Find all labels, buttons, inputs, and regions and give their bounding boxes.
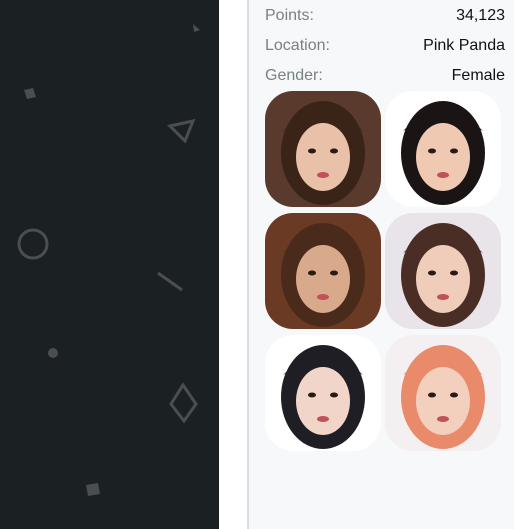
gender-row: Gender: Female <box>265 64 505 88</box>
small-diamond-shape <box>24 88 36 99</box>
photo-3[interactable] <box>265 213 381 329</box>
portrait-image <box>385 335 501 451</box>
photo-5[interactable] <box>265 335 381 451</box>
photo-1[interactable] <box>265 91 381 207</box>
photo-6[interactable] <box>385 335 501 451</box>
portrait-image <box>265 91 381 207</box>
decorative-shapes <box>17 24 200 496</box>
decorative-background <box>0 0 219 529</box>
portrait-image <box>385 213 501 329</box>
photo-4[interactable] <box>385 213 501 329</box>
gender-label: Gender: <box>265 67 323 84</box>
triangle-outline-shape <box>166 118 196 144</box>
circle-outline-shape <box>17 228 49 260</box>
portrait-image <box>385 91 501 207</box>
gender-value: Female <box>451 67 505 84</box>
panel-gap <box>219 0 247 529</box>
points-label: Points: <box>265 7 314 24</box>
small-triangle-shape <box>193 24 200 32</box>
portrait-image <box>265 213 381 329</box>
diamond-outline-shape <box>169 382 198 424</box>
location-value: Pink Panda <box>423 37 505 54</box>
points-value: 34,123 <box>456 7 505 24</box>
dot-shape <box>48 348 58 358</box>
small-square-shape <box>86 483 100 496</box>
portrait-image <box>265 335 381 451</box>
profile-panel: Points: 34,123 Location: Pink Panda Gend… <box>249 0 514 529</box>
photo-2[interactable] <box>385 91 501 207</box>
location-label: Location: <box>265 37 330 54</box>
location-row: Location: Pink Panda <box>265 34 505 58</box>
line-shape <box>157 271 183 292</box>
points-row: Points: 34,123 <box>265 4 505 28</box>
